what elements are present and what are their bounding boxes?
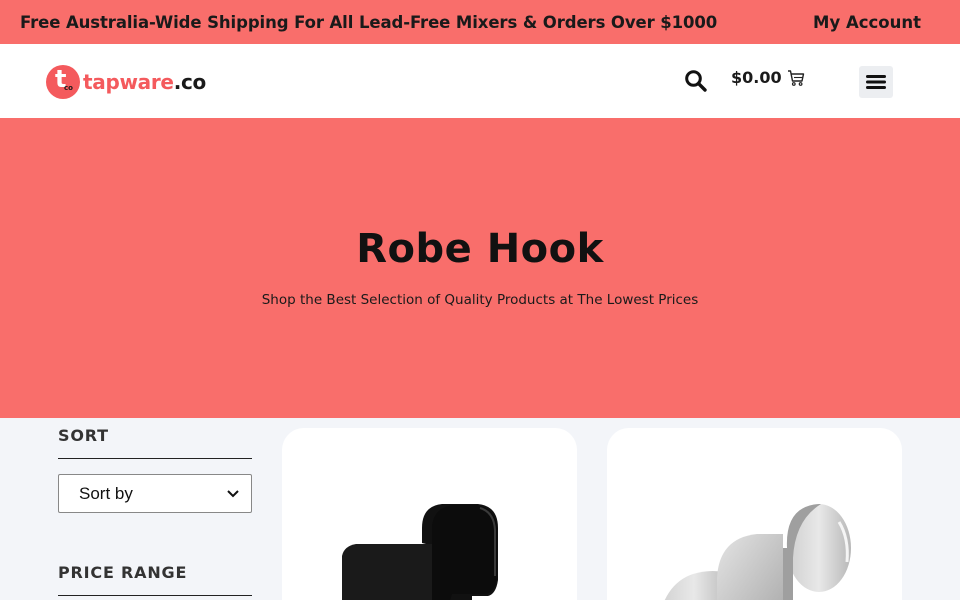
price-range-heading: PRICE RANGE <box>58 563 252 596</box>
product-image-brushed-robe-hook <box>664 504 851 600</box>
announcement-bar: Free Australia-Wide Shipping For All Lea… <box>0 0 960 44</box>
filter-sidebar: SORT Sort by PRICE RANGE <box>58 418 252 596</box>
product-card[interactable] <box>282 428 577 600</box>
logo-suffix: .co <box>173 70 207 94</box>
cart-total: $0.00 <box>731 68 782 87</box>
sort-select[interactable]: Sort by <box>58 474 252 513</box>
cart-icon <box>787 69 805 87</box>
site-logo[interactable]: t co tapware .co <box>46 64 206 100</box>
chevron-down-icon <box>227 489 239 497</box>
my-account-link[interactable]: My Account <box>813 13 921 32</box>
sort-select-value: Sort by <box>79 483 133 503</box>
logo-wordmark: tapware <box>83 70 174 94</box>
category-hero: Robe Hook Shop the Best Selection of Qua… <box>0 118 960 418</box>
page-subtitle: Shop the Best Selection of Quality Produ… <box>261 292 699 308</box>
hamburger-menu-icon[interactable] <box>859 66 893 98</box>
search-icon[interactable] <box>684 69 708 93</box>
product-image-black-robe-hook <box>342 504 498 600</box>
product-card[interactable] <box>607 428 902 600</box>
sort-heading: SORT <box>58 426 252 459</box>
logo-mark: t co <box>46 65 80 99</box>
site-header: t co tapware .co $0.00 <box>0 44 960 118</box>
page-title: Robe Hook <box>356 226 604 272</box>
shipping-announcement: Free Australia-Wide Shipping For All Lea… <box>20 12 718 32</box>
cart-button[interactable]: $0.00 <box>731 68 805 87</box>
